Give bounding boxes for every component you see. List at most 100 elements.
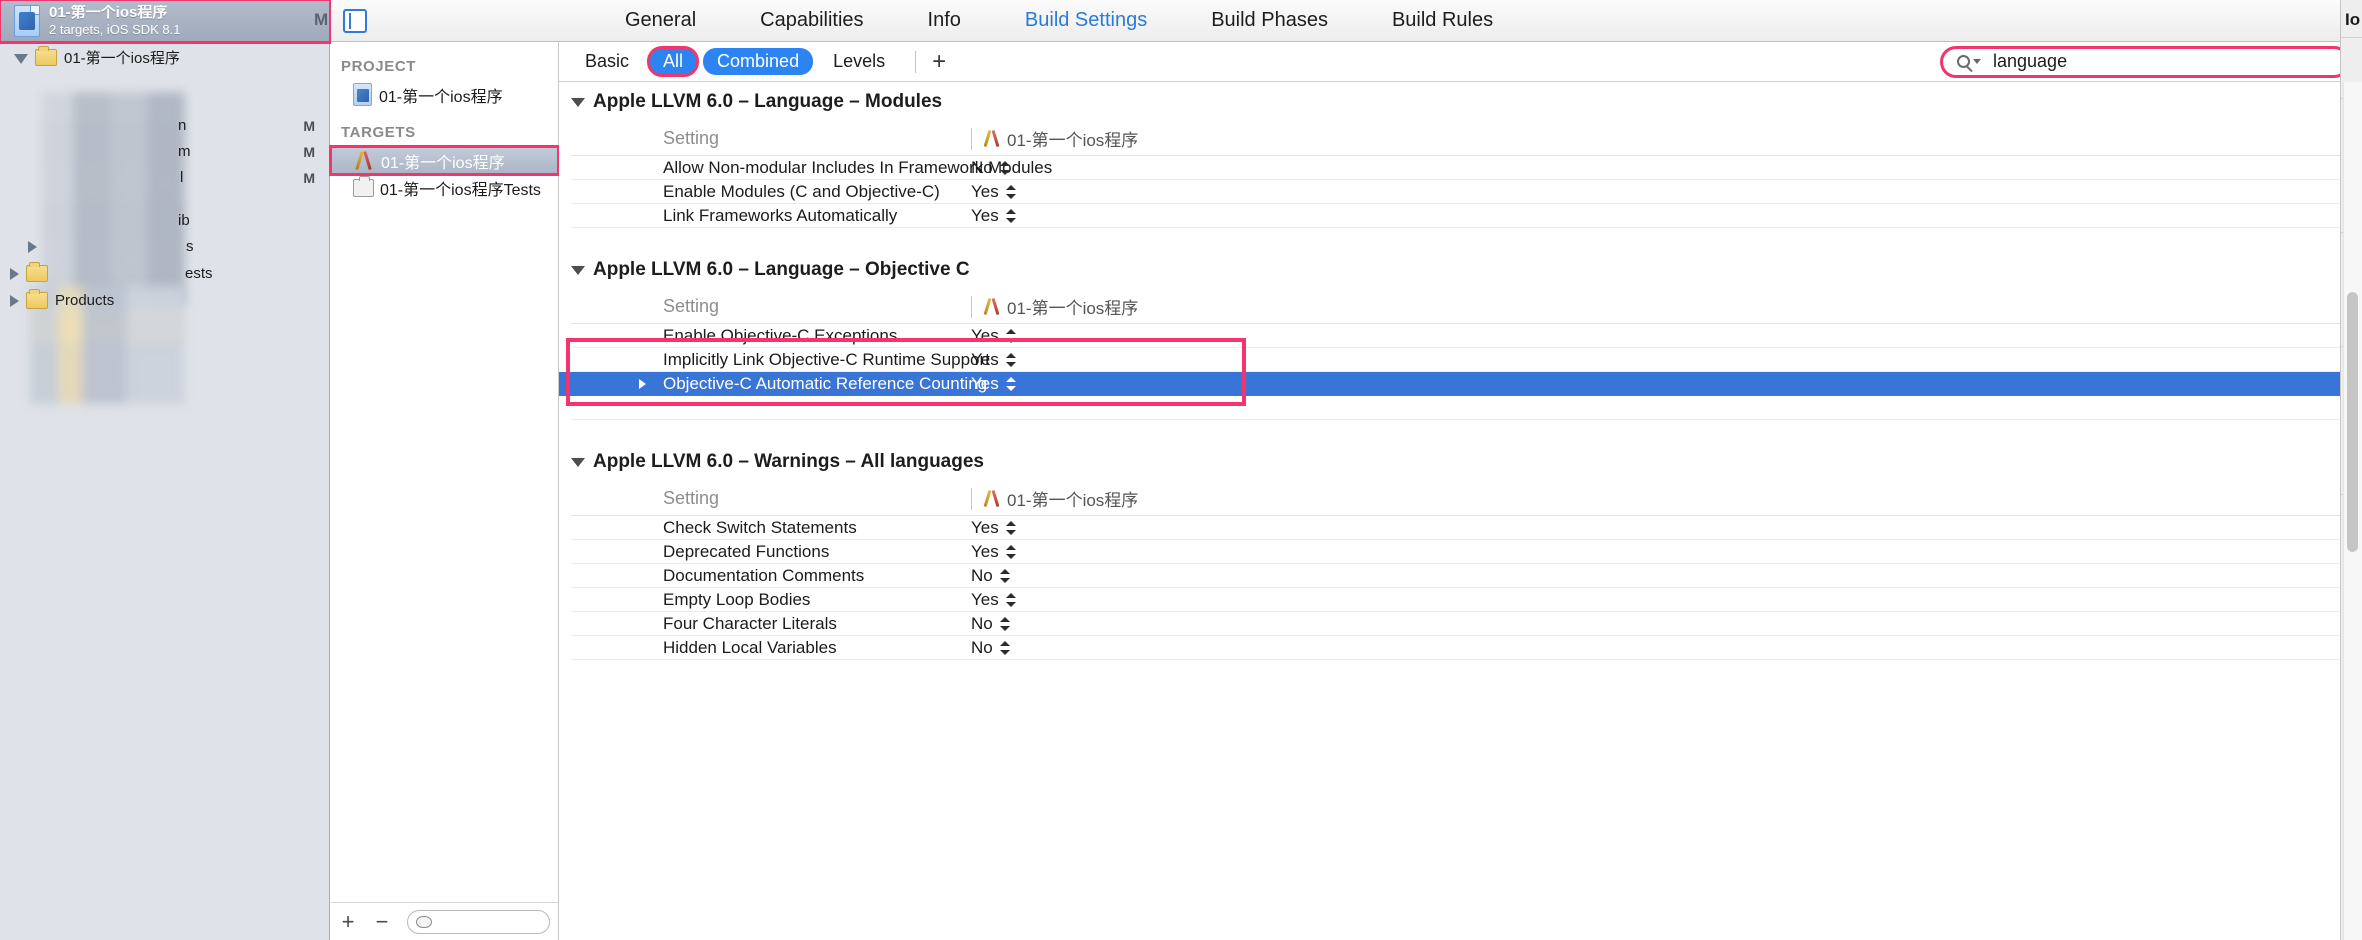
navigator-row-group[interactable]: 01-第一个ios程序 bbox=[0, 44, 330, 71]
navigator-row-label: m bbox=[178, 143, 191, 160]
setting-value[interactable]: No bbox=[971, 638, 1031, 658]
tab-info[interactable]: Info bbox=[928, 9, 961, 32]
navigator-project-text: 01-第一个ios程序 2 targets, iOS SDK 8.1 bbox=[49, 5, 181, 36]
chevron-right-icon[interactable] bbox=[639, 378, 646, 389]
xcode-window: 01-第一个ios程序 2 targets, iOS SDK 8.1 01-第一… bbox=[0, 0, 2362, 940]
section-header[interactable]: Apple LLVM 6.0 – Language – Objective C bbox=[571, 250, 2362, 290]
column-setting-label: Setting bbox=[663, 128, 720, 148]
stepper-icon[interactable] bbox=[1005, 184, 1016, 200]
chevron-down-icon[interactable] bbox=[571, 457, 585, 467]
section-header[interactable]: Apple LLVM 6.0 – Warnings – All language… bbox=[571, 442, 2362, 482]
section-header[interactable]: Apple LLVM 6.0 – Language – Modules bbox=[571, 82, 2362, 122]
add-user-setting-button[interactable]: + bbox=[932, 49, 946, 74]
column-target-label: 01-第一个ios程序 bbox=[1007, 299, 1139, 318]
stepper-icon[interactable] bbox=[1005, 376, 1016, 392]
status-badge-modified: M bbox=[314, 10, 329, 29]
setting-value[interactable]: Yes bbox=[971, 518, 1031, 538]
setting-row[interactable]: Empty Loop Bodies Yes bbox=[571, 588, 2362, 612]
navigator-project-header[interactable]: 01-第一个ios程序 2 targets, iOS SDK 8.1 bbox=[0, 0, 332, 44]
navigator-row-group[interactable]: ests bbox=[0, 260, 330, 287]
chevron-right-icon[interactable] bbox=[10, 267, 19, 280]
setting-row[interactable]: Enable Modules (C and Objective-C) Yes bbox=[571, 180, 2362, 204]
stepper-icon[interactable] bbox=[999, 568, 1010, 584]
chevron-down-icon[interactable] bbox=[1973, 59, 1981, 64]
setting-row[interactable]: Four Character Literals No bbox=[571, 612, 2362, 636]
stepper-icon[interactable] bbox=[1005, 520, 1016, 536]
setting-row[interactable]: Hidden Local Variables No bbox=[571, 636, 2362, 660]
stepper-icon[interactable] bbox=[1005, 592, 1016, 608]
setting-value[interactable]: No bbox=[971, 614, 1031, 634]
settings-section: Apple LLVM 6.0 – Warnings – All language… bbox=[559, 442, 2362, 660]
chevron-right-icon[interactable] bbox=[10, 294, 19, 307]
status-badge-modified: M bbox=[303, 144, 315, 160]
target-app-icon bbox=[982, 298, 1002, 316]
chevron-down-icon[interactable] bbox=[14, 54, 28, 64]
setting-name: Hidden Local Variables bbox=[663, 637, 837, 657]
tab-build-settings[interactable]: Build Settings bbox=[1025, 9, 1147, 32]
stepper-icon[interactable] bbox=[999, 616, 1010, 632]
tab-build-phases[interactable]: Build Phases bbox=[1211, 9, 1328, 32]
stepper-icon[interactable] bbox=[1005, 328, 1016, 344]
setting-value[interactable]: No bbox=[971, 158, 1031, 178]
scrollbar-thumb[interactable] bbox=[2347, 292, 2358, 552]
setting-value[interactable]: Yes bbox=[971, 182, 1031, 202]
settings-column-header: Setting 01-第一个ios程序 bbox=[571, 482, 2362, 516]
navigator-row-group[interactable]: s bbox=[0, 233, 330, 260]
setting-row[interactable]: Implicitly Link Objective-C Runtime Supp… bbox=[571, 348, 2362, 372]
setting-value[interactable]: Yes bbox=[971, 590, 1031, 610]
stepper-icon[interactable] bbox=[1005, 352, 1016, 368]
editor-layout-icon[interactable] bbox=[343, 8, 367, 33]
editor-tabs: General Capabilities Info Build Settings… bbox=[625, 9, 1493, 32]
remove-target-button[interactable]: − bbox=[373, 910, 391, 933]
filter-icon bbox=[416, 915, 432, 928]
column-target-header: 01-第一个ios程序 bbox=[971, 487, 1138, 510]
setting-value[interactable]: Yes bbox=[971, 206, 1031, 226]
navigator-row-products[interactable]: Products bbox=[0, 287, 330, 314]
segment-combined[interactable]: Combined bbox=[703, 48, 814, 75]
segment-levels[interactable]: Levels bbox=[819, 48, 899, 75]
target-list-item-app[interactable]: 01-第一个ios程序 bbox=[329, 145, 560, 176]
target-list-item-tests[interactable]: 01-第一个ios程序Tests bbox=[331, 174, 558, 201]
setting-row[interactable]: Link Frameworks Automatically Yes bbox=[571, 204, 2362, 228]
setting-row[interactable]: Documentation Comments No bbox=[571, 564, 2362, 588]
setting-value[interactable]: No bbox=[971, 566, 1031, 586]
setting-value[interactable]: Yes bbox=[971, 542, 1031, 562]
setting-value[interactable]: Yes bbox=[971, 374, 1031, 394]
setting-row[interactable]: Allow Non-modular Includes In Framework … bbox=[571, 156, 2362, 180]
stepper-icon[interactable] bbox=[999, 160, 1010, 176]
chevron-down-icon[interactable] bbox=[571, 97, 585, 107]
status-badge-modified: M bbox=[303, 118, 315, 134]
setting-value[interactable]: Yes bbox=[971, 326, 1031, 346]
setting-row[interactable]: Enable Objective-C Exceptions Yes bbox=[571, 324, 2362, 348]
project-pane-filter-field[interactable] bbox=[407, 909, 550, 934]
setting-value[interactable]: Yes bbox=[971, 350, 1031, 370]
stepper-icon[interactable] bbox=[999, 640, 1010, 656]
section-title: Apple LLVM 6.0 – Language – Modules bbox=[593, 91, 943, 112]
folder-icon bbox=[26, 289, 48, 309]
tab-capabilities[interactable]: Capabilities bbox=[760, 9, 863, 32]
project-pane-footer: + − bbox=[331, 902, 558, 940]
tab-general[interactable]: General bbox=[625, 9, 696, 32]
add-target-button[interactable]: + bbox=[339, 910, 357, 933]
xcode-project-icon bbox=[353, 83, 372, 106]
stepper-icon[interactable] bbox=[1005, 544, 1016, 560]
column-target-header: 01-第一个ios程序 bbox=[971, 127, 1138, 150]
tab-build-rules[interactable]: Build Rules bbox=[1392, 9, 1493, 32]
project-list-item[interactable]: 01-第一个ios程序 bbox=[331, 81, 558, 108]
setting-row-selected[interactable]: Objective-C Automatic Reference Counting… bbox=[559, 372, 2362, 396]
segment-basic[interactable]: Basic bbox=[571, 48, 643, 75]
xcode-project-icon bbox=[14, 5, 40, 37]
chevron-down-icon[interactable] bbox=[571, 265, 585, 275]
setting-name: Implicitly Link Objective-C Runtime Supp… bbox=[663, 349, 990, 369]
setting-name: Objective-C Automatic Reference Counting bbox=[663, 373, 988, 393]
navigator-row-label: l bbox=[180, 169, 184, 186]
target-test-icon bbox=[353, 175, 374, 197]
target-list-item-label: 01-第一个ios程序 bbox=[381, 154, 505, 172]
setting-row[interactable]: Check Switch Statements Yes bbox=[571, 516, 2362, 540]
segment-all[interactable]: All bbox=[647, 46, 700, 77]
setting-row[interactable]: Deprecated Functions Yes bbox=[571, 540, 2362, 564]
stepper-icon[interactable] bbox=[1005, 208, 1016, 224]
chevron-right-icon[interactable] bbox=[28, 240, 37, 253]
search-input[interactable]: language bbox=[1940, 45, 2350, 78]
